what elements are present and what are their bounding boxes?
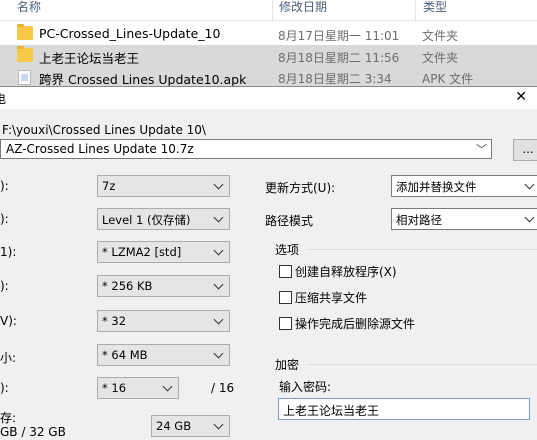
password-input[interactable]: 上老王论坛当老王 (278, 398, 530, 420)
apk-file-icon (18, 70, 31, 85)
word-size-label: V): (0, 314, 17, 328)
checkbox[interactable] (279, 265, 292, 278)
file-name: PC-Crossed_Lines-Update_10 (39, 26, 221, 41)
options-group-label: 选项 (275, 243, 300, 257)
checkbox[interactable] (279, 291, 292, 304)
cpu-threads-select[interactable]: * 16 (97, 377, 179, 399)
dialog-body: F:\youxi\Crossed Lines Update 10\ AZ-Cro… (0, 109, 537, 440)
format-select[interactable]: 7z (97, 175, 230, 197)
chevron-down-icon (213, 418, 225, 432)
archive-name-value: AZ-Crossed Lines Update 10.7z (6, 142, 194, 156)
browse-button[interactable]: ... (513, 139, 537, 161)
chevron-down-icon (213, 313, 225, 327)
file-name: 上老王论坛当老王 (39, 51, 140, 66)
file-row[interactable]: 跨界 Crossed Lines Update10.apk 8月18日星期二 3… (0, 66, 537, 88)
chevron-down-icon[interactable]: ﹀ (476, 141, 487, 157)
solid-block-value: * 64 MB (102, 348, 148, 362)
threads-label: ): (0, 381, 9, 395)
column-divider[interactable] (415, 0, 416, 20)
memory-label: 存: (0, 411, 17, 425)
update-mode-label: 更新方式(U): (265, 181, 336, 195)
explorer-column-header: 名称 修改日期 类型 (0, 0, 537, 21)
column-type[interactable]: 类型 (423, 0, 447, 20)
dictionary-size-select[interactable]: * 256 KB (97, 275, 230, 297)
archive-name-combo[interactable]: AZ-Crossed Lines Update 10.7z ﹀ (0, 139, 492, 159)
update-mode-value: 添加并替换文件 (396, 180, 477, 194)
method-label: 1): (0, 245, 17, 259)
chevron-down-icon (213, 178, 225, 192)
memory-usage-text: GB / 32 GB (0, 425, 66, 439)
compression-level-select[interactable]: Level 1 (仅存储) (97, 208, 230, 230)
close-icon[interactable]: ✕ (515, 89, 527, 105)
format-label: ): (0, 179, 9, 193)
checkbox-label: 创建自释放程序(X) (295, 265, 397, 279)
dialog-title: 电 (0, 92, 7, 106)
path-mode-select[interactable]: 相对路径 (391, 208, 537, 230)
format-value: 7z (102, 179, 116, 193)
file-row[interactable]: 上老王论坛当老王 8月18日星期二 11:56 文件夹 (0, 45, 537, 67)
chevron-down-icon (213, 278, 225, 292)
group-divider (306, 249, 537, 250)
dialog-titlebar[interactable]: 电 ✕ (0, 87, 537, 109)
chevron-down-icon (162, 380, 174, 394)
file-row[interactable]: PC-Crossed_Lines-Update_10 8月17日星期一 11:0… (0, 23, 537, 45)
checkbox[interactable] (279, 317, 292, 330)
compression-method-select[interactable]: * LZMA2 [std] (97, 241, 230, 263)
level-value: Level 1 (仅存储) (102, 213, 191, 227)
dictionary-value: * 256 KB (102, 279, 153, 293)
file-date: 8月18日星期二 3:34 (278, 72, 392, 86)
folder-icon (17, 24, 33, 40)
solid-block-label: 小: (0, 351, 17, 365)
file-type: 文件夹 (422, 51, 459, 65)
checkbox-label: 压缩共享文件 (295, 291, 368, 305)
group-divider (306, 364, 537, 365)
dictionary-label: ): (0, 279, 9, 293)
threads-value: * 16 (102, 381, 127, 395)
memory-value: 24 GB (156, 419, 192, 433)
update-mode-select[interactable]: 添加并替换文件 (391, 175, 537, 197)
memory-usage-select[interactable]: 24 GB (151, 415, 230, 437)
level-label: ): (0, 212, 9, 226)
chevron-down-icon (213, 211, 225, 225)
file-type: 文件夹 (422, 29, 459, 43)
word-size-value: * 32 (102, 314, 127, 328)
path-mode-value: 相对路径 (396, 213, 442, 227)
column-date[interactable]: 修改日期 (279, 0, 327, 20)
file-explorer: 名称 修改日期 类型 PC-Crossed_Lines-Update_10 8月… (0, 0, 537, 88)
threads-total: / 16 (211, 381, 235, 395)
checkbox-label: 操作完成后删除源文件 (295, 317, 416, 331)
chevron-down-icon (524, 211, 536, 225)
chevron-down-icon (524, 178, 536, 192)
password-label: 输入密码: (279, 380, 332, 394)
file-date: 8月17日星期一 11:01 (278, 29, 400, 43)
encryption-group-label: 加密 (275, 358, 300, 372)
chevron-down-icon (213, 347, 225, 361)
add-to-archive-dialog: 电 ✕ F:\youxi\Crossed Lines Update 10\ AZ… (0, 86, 537, 440)
method-value: * LZMA2 [std] (102, 245, 182, 259)
column-divider[interactable] (272, 0, 273, 20)
column-name[interactable]: 名称 (17, 0, 41, 20)
word-size-select[interactable]: * 32 (97, 310, 230, 332)
file-type: APK 文件 (422, 72, 474, 86)
path-mode-label: 路径模式 (265, 214, 314, 228)
chevron-down-icon (213, 244, 225, 258)
solid-block-select[interactable]: * 64 MB (97, 344, 230, 366)
password-value: 上老王论坛当老王 (283, 404, 380, 418)
folder-icon (17, 46, 33, 62)
archive-path-label: F:\youxi\Crossed Lines Update 10\ (2, 123, 206, 137)
file-date: 8月18日星期二 11:56 (278, 51, 400, 65)
